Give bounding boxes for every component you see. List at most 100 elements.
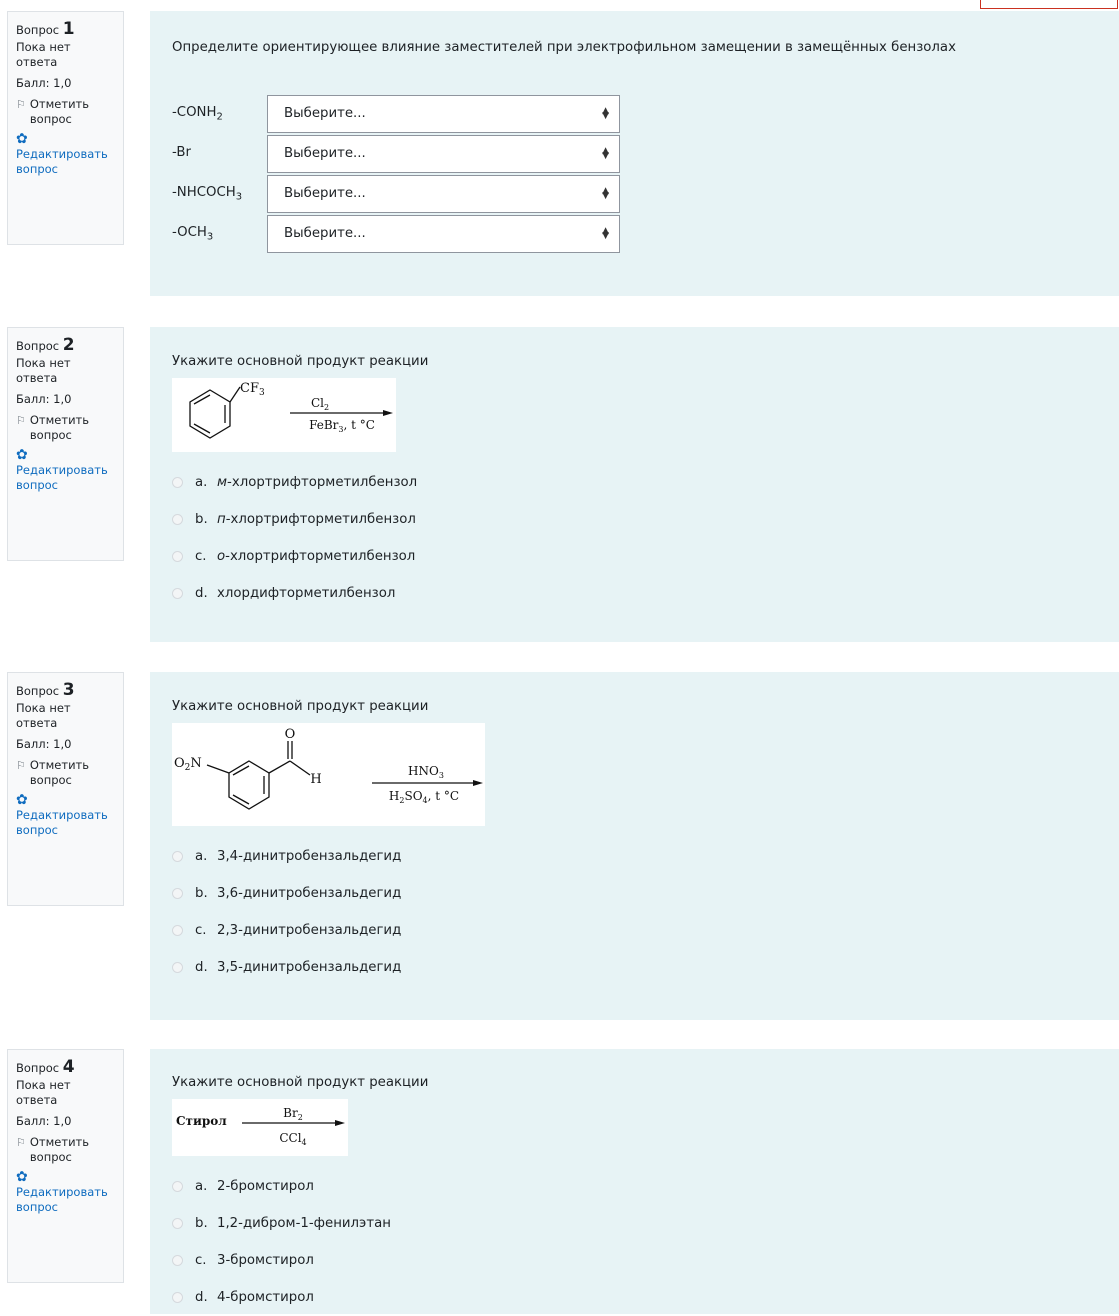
answer-option[interactable]: c. 2,3-динитробензальдегид	[172, 912, 1097, 949]
radio-button[interactable]	[172, 1218, 183, 1229]
answer-option[interactable]: b. 3,6-динитробензальдегид	[172, 875, 1097, 912]
match-row: -NHCOCH3 Выберите... ▲ ▼	[172, 174, 1097, 214]
match-select[interactable]: Выберите... ▲ ▼	[267, 94, 620, 133]
answer-option[interactable]: d. 3,5-динитробензальдегид	[172, 949, 1097, 986]
arrow-head-icon	[473, 780, 483, 786]
flag-question-button[interactable]: ⚐ Отметить вопрос	[16, 413, 115, 443]
flag-icon: ⚐	[16, 98, 26, 111]
question-state: Пока нет ответа	[16, 356, 71, 385]
flag-label: Отметить вопрос	[29, 1135, 90, 1164]
edit-question-link[interactable]: Редактировать вопрос	[16, 147, 115, 177]
question-word: Вопрос	[16, 1061, 60, 1075]
aldehyde-h-label: H	[310, 772, 321, 787]
question-word: Вопрос	[16, 684, 60, 698]
answer-list: a. 3,4-динитробензальдегид b. 3,6-динитроб…	[172, 838, 1097, 986]
match-select[interactable]: Выберите... ▲ ▼	[267, 174, 620, 213]
gear-icon[interactable]: ✿	[16, 1169, 115, 1185]
answer-option[interactable]: b. 1,2-дибром-1-фенилэтан	[172, 1205, 1097, 1242]
match-row: -Br Выберите... ▲ ▼	[172, 134, 1097, 174]
question-state: Пока нет ответа	[16, 40, 71, 69]
question-text: Укажите основной продукт реакции	[172, 699, 429, 714]
answer-list: a. 2-бромстирол b. 1,2-дибром-1-фенилэтан …	[172, 1168, 1097, 1316]
reaction-image: CF3 Cl2 FeBr3, t °C	[172, 378, 396, 452]
gear-icon[interactable]: ✿	[16, 792, 115, 808]
question-text: Определите ориентирующее влияние замести…	[172, 40, 956, 55]
question-content-2: Укажите основной продукт реакции CF3 Cl2…	[150, 327, 1119, 642]
answer-option[interactable]: c. о-хлортрифторметилбензол	[172, 538, 1097, 575]
question-grade: Балл: 1,0	[16, 1114, 72, 1128]
answer-option[interactable]: d. хлордифторметилбензол	[172, 575, 1097, 612]
arrow-head-icon	[335, 1120, 345, 1126]
flag-question-button[interactable]: ⚐ Отметить вопрос	[16, 1135, 115, 1165]
match-row: -OCH3 Выберите... ▲ ▼	[172, 214, 1097, 254]
radio-button[interactable]	[172, 551, 183, 562]
radio-button[interactable]	[172, 962, 183, 973]
flag-label: Отметить вопрос	[29, 97, 90, 126]
match-label: -CONH2	[172, 105, 223, 123]
question-grade: Балл: 1,0	[16, 392, 72, 406]
match-select[interactable]: Выберите... ▲ ▼	[267, 214, 620, 253]
question-info-2: Вопрос 2 Пока нет ответа Балл: 1,0 ⚐ Отме…	[7, 327, 124, 561]
match-label: -Br	[172, 145, 191, 161]
question-content-4: Укажите основной продукт реакции Стирол …	[150, 1049, 1119, 1314]
edit-question-link[interactable]: Редактировать вопрос	[16, 808, 115, 838]
radio-button[interactable]	[172, 1181, 183, 1192]
flag-icon: ⚐	[16, 414, 26, 427]
reagent-bottom: FeBr3, t °C	[309, 418, 375, 434]
answer-option[interactable]: a. 2-бромстирол	[172, 1168, 1097, 1205]
question-word: Вопрос	[16, 339, 60, 353]
flag-label: Отметить вопрос	[29, 413, 90, 442]
radio-button[interactable]	[172, 851, 183, 862]
radio-button[interactable]	[172, 588, 183, 599]
question-word: Вопрос	[16, 23, 60, 37]
match-select[interactable]: Выберите... ▲ ▼	[267, 134, 620, 173]
flag-question-button[interactable]: ⚐ Отметить вопрос	[16, 97, 115, 127]
sort-arrows-icon: ▲ ▼	[602, 145, 609, 161]
question-grade: Балл: 1,0	[16, 76, 72, 90]
edit-question-link[interactable]: Редактировать вопрос	[16, 1185, 115, 1215]
match-label: -OCH3	[172, 225, 214, 243]
sort-arrows-icon: ▲ ▼	[602, 185, 609, 201]
answer-option[interactable]: d. 4-бромстирол	[172, 1279, 1097, 1316]
reaction-image: Стирол Br2 CCl4	[172, 1099, 348, 1156]
question-info-1: Вопрос 1 Пока нет ответа Балл: 1,0 ⚐ Отме…	[7, 11, 124, 245]
question-text: Укажите основной продукт реакции	[172, 354, 429, 369]
reagent-bottom: H2SO4, t °C	[389, 789, 459, 805]
question-state: Пока нет ответа	[16, 701, 71, 730]
reactant-label: Стирол	[176, 1114, 227, 1128]
question-number: 1	[62, 19, 75, 39]
reagent-top: Cl2	[311, 396, 329, 412]
question-text: Укажите основной продукт реакции	[172, 1075, 429, 1090]
question-number: 4	[62, 1057, 75, 1077]
edit-question-link[interactable]: Редактировать вопрос	[16, 463, 115, 493]
answer-option[interactable]: a. м-хлортрифторметилбензол	[172, 464, 1097, 501]
benzene-ring	[189, 386, 241, 439]
sort-arrows-icon: ▲ ▼	[602, 105, 609, 121]
substituent-label: CF3	[240, 381, 265, 398]
reagent-top: Br2	[283, 1106, 303, 1122]
match-row: -CONH2 Выберите... ▲ ▼	[172, 94, 1097, 134]
question-content-3: Укажите основной продукт реакции O2N O H…	[150, 672, 1119, 1020]
flag-question-button[interactable]: ⚐ Отметить вопрос	[16, 758, 115, 788]
radio-button[interactable]	[172, 1255, 183, 1266]
radio-button[interactable]	[172, 925, 183, 936]
sort-arrows-icon: ▲ ▼	[602, 225, 609, 241]
radio-button[interactable]	[172, 888, 183, 899]
aldehyde-o-label: O	[285, 727, 296, 742]
radio-button[interactable]	[172, 514, 183, 525]
question-content-1: Определите ориентирующее влияние замести…	[150, 11, 1119, 296]
substituent-label: O2N	[174, 756, 202, 773]
radio-button[interactable]	[172, 1292, 183, 1303]
gear-icon[interactable]: ✿	[16, 131, 115, 147]
match-table: -CONH2 Выберите... ▲ ▼ -Br Выберите... ▲ ▼ -…	[172, 94, 1097, 254]
answer-option[interactable]: a. 3,4-динитробензальдегид	[172, 838, 1097, 875]
question-state: Пока нет ответа	[16, 1078, 71, 1107]
answer-option[interactable]: b. п-хлортрифторметилбензол	[172, 501, 1097, 538]
reagent-bottom: CCl4	[279, 1131, 306, 1147]
flag-icon: ⚐	[16, 759, 26, 772]
question-number: 3	[62, 680, 75, 700]
radio-button[interactable]	[172, 477, 183, 488]
gear-icon[interactable]: ✿	[16, 447, 115, 463]
answer-option[interactable]: c. 3-бромстирол	[172, 1242, 1097, 1279]
flag-icon: ⚐	[16, 1136, 26, 1149]
